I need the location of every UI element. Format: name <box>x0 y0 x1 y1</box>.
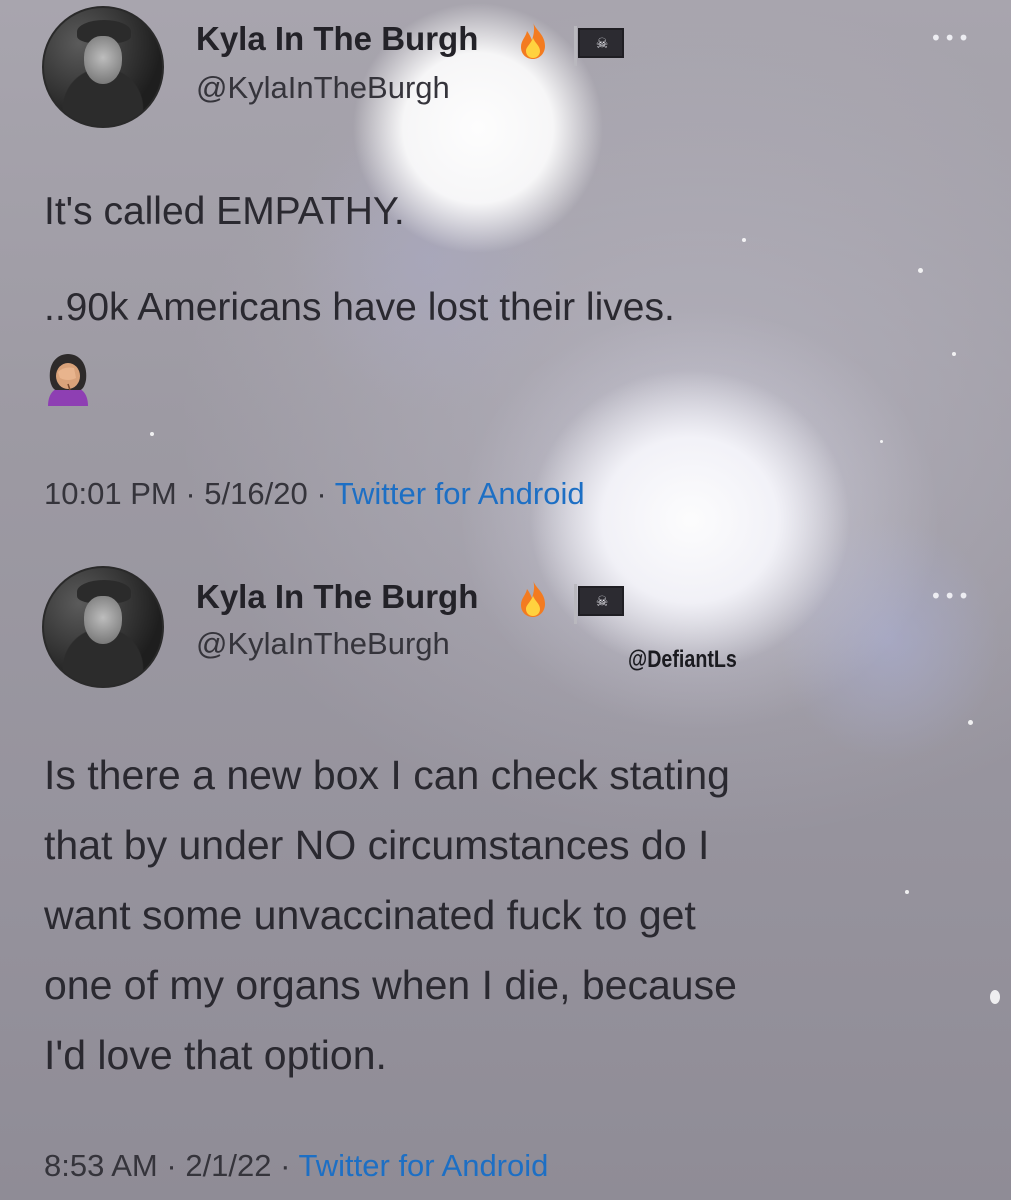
avatar-face <box>84 596 122 644</box>
tweet-text-line: want some unvaccinated fuck to get <box>44 892 696 938</box>
face-palm-woman-icon <box>48 354 88 406</box>
meta-separator: · <box>185 476 196 511</box>
tweet-source-link[interactable]: Twitter for Android <box>299 1148 549 1183</box>
tweet-text-line: It's called EMPATHY. <box>44 190 405 233</box>
meta-separator: · <box>316 476 327 511</box>
tweet-timestamp[interactable]: 10:01 PM · 5/16/20 · Twitter for Android <box>44 476 585 512</box>
light-speck <box>150 432 154 436</box>
tweet-text-line: ..90k Americans have lost their lives. <box>44 286 675 329</box>
light-speck <box>968 720 973 725</box>
light-speck <box>952 352 956 356</box>
pirate-flag-icon: ☠ <box>574 584 624 624</box>
avatar[interactable] <box>42 566 164 688</box>
author-display-name[interactable]: Kyla In The Burgh <box>196 578 478 616</box>
avatar-face <box>84 36 122 84</box>
watermark: @DefiantLs <box>628 646 737 673</box>
fire-icon <box>521 580 545 617</box>
author-handle[interactable]: @KylaInTheBurgh <box>196 626 450 662</box>
more-options-icon[interactable]: ••• <box>930 26 971 50</box>
tweet-date: 2/1/22 <box>185 1148 272 1183</box>
light-speck <box>990 990 1000 1004</box>
author-handle[interactable]: @KylaInTheBurgh <box>196 70 450 106</box>
tweet-text-line: I'd love that option. <box>44 1032 387 1078</box>
light-speck <box>742 238 746 242</box>
tweet-date: 5/16/20 <box>204 476 308 511</box>
meta-separator: · <box>280 1148 291 1183</box>
tweet-source-link[interactable]: Twitter for Android <box>335 476 585 511</box>
light-speck <box>905 890 909 894</box>
author-display-name[interactable]: Kyla In The Burgh <box>196 20 478 58</box>
tweet-text-line: one of my organs when I die, because <box>44 962 737 1008</box>
light-speck <box>880 440 883 443</box>
pirate-flag-icon: ☠ <box>574 26 624 66</box>
tweet-text-line: Is there a new box I can check stating <box>44 752 730 798</box>
avatar[interactable] <box>42 6 164 128</box>
light-speck <box>918 268 923 273</box>
tweet-time: 8:53 AM <box>44 1148 158 1183</box>
tweet-time: 10:01 PM <box>44 476 177 511</box>
tweet-timestamp[interactable]: 8:53 AM · 2/1/22 · Twitter for Android <box>44 1148 548 1184</box>
tweet-text-line: that by under NO circumstances do I <box>44 822 710 868</box>
meta-separator: · <box>166 1148 177 1183</box>
fire-icon <box>521 22 545 59</box>
more-options-icon[interactable]: ••• <box>930 584 971 608</box>
